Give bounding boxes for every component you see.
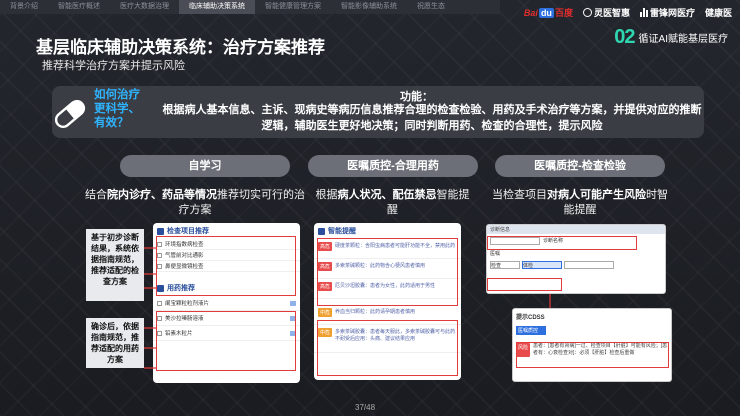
qc-tab[interactable]: 医嘱质控 [516, 326, 546, 335]
desc-pre: 结合 [85, 189, 107, 201]
highlight-frame [156, 311, 296, 371]
cdss-window-title: 提示CDSS [516, 315, 545, 321]
question-line: 更科学、 [94, 103, 140, 115]
leiyi-logo: 雷锋网医疗 [639, 6, 695, 19]
smart-alert-heading: 智能提醒 [314, 223, 461, 239]
desc-bold: 病人状况、配伍禁忌 [337, 189, 437, 201]
nav-tab[interactable]: 背景介绍 [0, 0, 48, 14]
order-cell[interactable]: 检查 [490, 261, 520, 269]
drug-item-label: 阑宝颗粒粒剂液片 [165, 301, 210, 307]
nav-tab-active[interactable]: 临床辅助决策系统 [179, 0, 255, 14]
smart-alert-title: 智能提醒 [328, 228, 356, 235]
capsule-icon [54, 100, 86, 128]
nav-tab[interactable]: 祝愿生态 [407, 0, 455, 14]
column-pill-self-learning: 自学习 [120, 155, 290, 177]
column-description: 根据病人状况、配伍禁忌智能提醒 [315, 188, 470, 218]
baidu-logo: Bai du 百度 [524, 6, 573, 19]
function-question: 如何治疗 更科学、 有效？ [94, 88, 140, 130]
nav-tab[interactable]: 智能医疗概述 [48, 0, 110, 14]
exam-heading-text: 检查项目推荐 [167, 228, 209, 235]
highlight-frame [487, 278, 562, 291]
column-pill-exam-qc: 医嘱质控-检查检验 [495, 155, 665, 177]
connector-arrows [144, 247, 156, 369]
question-line: 有效？ [94, 117, 129, 129]
order-cell[interactable] [564, 261, 614, 269]
section-number: 02 [614, 26, 635, 48]
highlight-frame [317, 320, 458, 376]
column-description: 结合院内诊疗、药品等情况推荐切实可行的治疗方案 [85, 188, 305, 218]
order-cell-selected[interactable]: 体检 [522, 261, 562, 269]
desc-bold: 对病人可能产生风险 [547, 189, 646, 201]
order-grid: 检查 体检 [487, 259, 665, 271]
risk-tag-medium: 中危 [318, 308, 333, 317]
jianyi-logo-text: 健康医 [704, 8, 732, 18]
nav-tab[interactable]: 医疗大数据治理 [110, 0, 179, 14]
page-subtitle: 推荐科学治疗方案并提示风险 [42, 60, 185, 72]
desc-pre: 当检查项目 [492, 189, 547, 201]
annotation-drug: 确诊后，依据指南规范，推荐适配的用药方案 [86, 318, 144, 368]
section-indicator: 02 循证AI赋能基层医疗 [614, 26, 728, 49]
highlight-frame [317, 238, 458, 306]
desc-bold: 院内诊疗、药品等情况 [107, 189, 217, 201]
lingyi-logo-text: 灵医智惠 [593, 8, 630, 18]
alert-text: 养血当归颗粒：此药请孕期患者慎用 [335, 309, 416, 315]
baidu-logo-cn: 百度 [554, 8, 573, 18]
page-title: 基层临床辅助决策系统：治疗方案推荐 [36, 38, 325, 57]
lingyi-mark-icon [582, 8, 592, 17]
column-pill-drug-qc: 医嘱质控-合理用药 [308, 155, 478, 177]
bars-icon [639, 8, 648, 17]
section-label: 循证AI赋能基层医疗 [638, 34, 728, 45]
jianyi-logo: 健康医 [705, 6, 732, 19]
drug-item-row[interactable]: 阑宝颗粒粒剂液片 [153, 296, 300, 311]
highlight-frame [487, 236, 637, 250]
bell-icon [318, 227, 325, 235]
desc-pre: 根据 [315, 189, 338, 201]
lingyi-logo: 灵医智惠 [582, 6, 630, 19]
function-description: 根据病人基本信息、主诉、现病史等病历信息推荐合理的检查检验、用药及手术治疗等方案… [162, 104, 702, 132]
list-icon [157, 227, 164, 235]
page-number: 37/48 [355, 403, 376, 412]
baidu-logo-bai: Bai [523, 7, 538, 18]
nav-tab[interactable]: 智能影像辅助系统 [331, 0, 407, 14]
highlight-frame [516, 342, 669, 368]
nav-tab[interactable]: 智能健康管理方案 [255, 0, 331, 14]
connector-arrow [549, 294, 551, 308]
leiyi-logo-text: 雷锋网医疗 [649, 8, 695, 18]
partner-logos: Bai du 百度 灵医智惠 雷锋网医疗 健康医 [524, 6, 732, 19]
info-icon[interactable] [290, 300, 296, 306]
column-description: 当检查项目对病人可能产生风险时智能提醒 [490, 188, 670, 218]
highlight-frame [156, 236, 296, 296]
annotation-exam: 基于初步诊断结果，系统依据指南规范，推荐适配的检查方案 [86, 229, 144, 301]
top-navigation: 背景介绍 智能医疗概述 医疗大数据治理 临床辅助决策系统 智能健康管理方案 智能… [0, 0, 500, 14]
question-line: 如何治疗 [94, 89, 140, 101]
window-title: 诊断信息 [487, 225, 665, 234]
baidu-logo-du: du [538, 7, 554, 18]
